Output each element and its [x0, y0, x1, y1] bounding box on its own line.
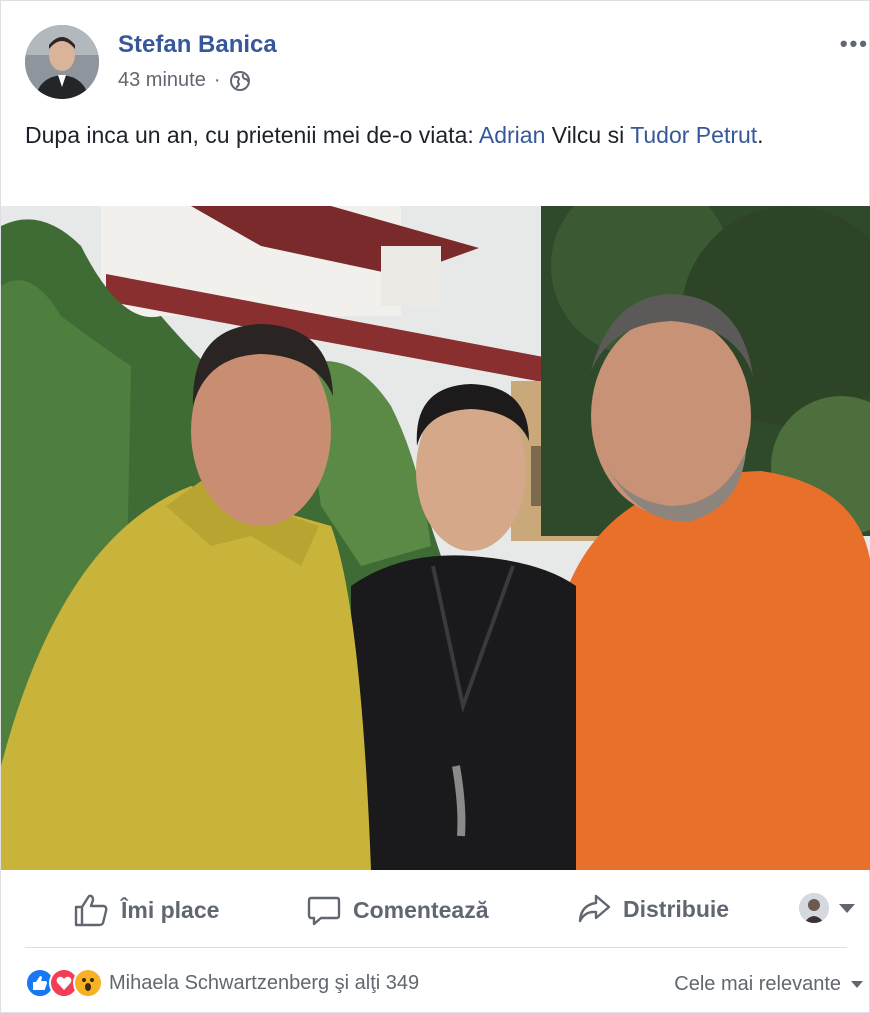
mention-link[interactable]: Tudor Petrut: [630, 122, 757, 148]
wow-icon: [73, 968, 103, 998]
thumbs-up-icon: [74, 894, 108, 927]
globe-icon[interactable]: [229, 70, 251, 92]
author-name[interactable]: Stefan Banica: [118, 31, 277, 59]
sort-label: Cele mai relevante: [674, 973, 841, 995]
reactions-summary[interactable]: Mihaela Schwartzenberg şi alţi 349: [25, 968, 419, 998]
divider: [25, 947, 847, 948]
photo-illustration: [1, 206, 870, 870]
chevron-down-icon: [851, 981, 863, 988]
post-text-part: Vilcu si: [545, 122, 631, 148]
mention-link[interactable]: Adrian: [479, 122, 545, 148]
like-label: Îmi place: [121, 896, 220, 923]
reactions-text[interactable]: Mihaela Schwartzenberg şi alţi 349: [109, 972, 419, 995]
chevron-down-icon: [839, 903, 855, 913]
post-time[interactable]: 43 minute: [118, 69, 206, 92]
comment-sort-dropdown[interactable]: Cele mai relevante: [674, 973, 863, 996]
comment-button[interactable]: Comentează: [307, 893, 488, 927]
react-as-selector[interactable]: [799, 893, 855, 923]
comment-icon: [307, 896, 341, 926]
share-label: Distribuie: [623, 895, 730, 922]
viewer-avatar: [799, 893, 829, 923]
like-button[interactable]: Îmi place: [73, 893, 219, 927]
post-text: Dupa inca un an, cu prietenii mei de-o v…: [25, 117, 845, 153]
post-photo[interactable]: [1, 206, 870, 870]
post-meta: 43 minute ·: [118, 69, 251, 92]
comment-label: Comentează: [353, 896, 489, 923]
share-icon: [578, 894, 611, 923]
share-button[interactable]: Distribuie: [577, 893, 729, 925]
post-actions: Îmi place Comentează Distribuie: [1, 871, 870, 949]
post-card: Stefan Banica 43 minute · ••• Dupa inca …: [0, 0, 870, 1013]
post-text-part: .: [757, 122, 764, 148]
meta-separator: ·: [213, 69, 221, 91]
more-options-button[interactable]: •••: [840, 31, 869, 57]
post-text-part: Dupa inca un an, cu prietenii mei de-o v…: [25, 122, 479, 148]
author-avatar[interactable]: [25, 25, 99, 99]
